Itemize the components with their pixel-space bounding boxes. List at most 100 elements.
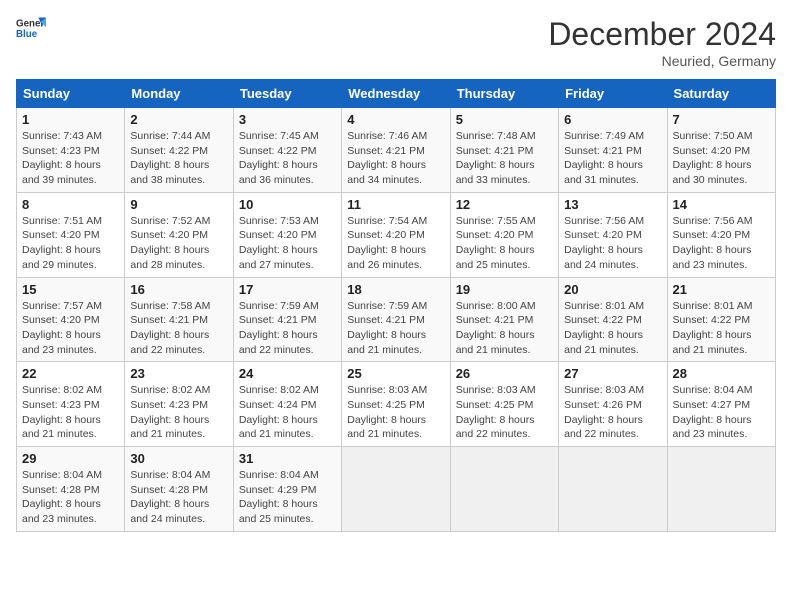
day-number: 31 <box>239 451 336 466</box>
day-detail: Sunrise: 7:59 AM Sunset: 4:21 PM Dayligh… <box>239 299 336 358</box>
calendar-cell: 28 Sunrise: 8:04 AM Sunset: 4:27 PM Dayl… <box>667 362 775 447</box>
calendar-cell: 1 Sunrise: 7:43 AM Sunset: 4:23 PM Dayli… <box>17 108 125 193</box>
calendar-cell: 7 Sunrise: 7:50 AM Sunset: 4:20 PM Dayli… <box>667 108 775 193</box>
calendar-cell: 8 Sunrise: 7:51 AM Sunset: 4:20 PM Dayli… <box>17 192 125 277</box>
day-number: 9 <box>130 197 227 212</box>
day-detail: Sunrise: 7:53 AM Sunset: 4:20 PM Dayligh… <box>239 214 336 273</box>
calendar-cell: 24 Sunrise: 8:02 AM Sunset: 4:24 PM Dayl… <box>233 362 341 447</box>
day-detail: Sunrise: 7:49 AM Sunset: 4:21 PM Dayligh… <box>564 129 661 188</box>
day-number: 21 <box>673 282 770 297</box>
calendar-cell: 2 Sunrise: 7:44 AM Sunset: 4:22 PM Dayli… <box>125 108 233 193</box>
calendar-cell: 19 Sunrise: 8:00 AM Sunset: 4:21 PM Dayl… <box>450 277 558 362</box>
calendar-cell: 3 Sunrise: 7:45 AM Sunset: 4:22 PM Dayli… <box>233 108 341 193</box>
day-detail: Sunrise: 7:51 AM Sunset: 4:20 PM Dayligh… <box>22 214 119 273</box>
calendar-cell <box>450 447 558 532</box>
day-detail: Sunrise: 8:02 AM Sunset: 4:24 PM Dayligh… <box>239 383 336 442</box>
svg-text:Blue: Blue <box>16 29 38 40</box>
weekday-header-wednesday: Wednesday <box>342 80 450 108</box>
day-detail: Sunrise: 8:04 AM Sunset: 4:29 PM Dayligh… <box>239 468 336 527</box>
day-number: 26 <box>456 366 553 381</box>
day-detail: Sunrise: 7:50 AM Sunset: 4:20 PM Dayligh… <box>673 129 770 188</box>
day-number: 1 <box>22 112 119 127</box>
calendar-week-3: 15 Sunrise: 7:57 AM Sunset: 4:20 PM Dayl… <box>17 277 776 362</box>
calendar-cell: 6 Sunrise: 7:49 AM Sunset: 4:21 PM Dayli… <box>559 108 667 193</box>
calendar-cell: 4 Sunrise: 7:46 AM Sunset: 4:21 PM Dayli… <box>342 108 450 193</box>
calendar-cell <box>667 447 775 532</box>
weekday-header-friday: Friday <box>559 80 667 108</box>
calendar-cell: 15 Sunrise: 7:57 AM Sunset: 4:20 PM Dayl… <box>17 277 125 362</box>
day-number: 5 <box>456 112 553 127</box>
day-number: 2 <box>130 112 227 127</box>
calendar-cell: 31 Sunrise: 8:04 AM Sunset: 4:29 PM Dayl… <box>233 447 341 532</box>
calendar-week-2: 8 Sunrise: 7:51 AM Sunset: 4:20 PM Dayli… <box>17 192 776 277</box>
day-number: 28 <box>673 366 770 381</box>
calendar-cell: 17 Sunrise: 7:59 AM Sunset: 4:21 PM Dayl… <box>233 277 341 362</box>
day-number: 27 <box>564 366 661 381</box>
day-detail: Sunrise: 7:56 AM Sunset: 4:20 PM Dayligh… <box>673 214 770 273</box>
weekday-header-tuesday: Tuesday <box>233 80 341 108</box>
month-title: December 2024 <box>548 16 776 53</box>
day-number: 30 <box>130 451 227 466</box>
calendar-week-1: 1 Sunrise: 7:43 AM Sunset: 4:23 PM Dayli… <box>17 108 776 193</box>
calendar-cell: 26 Sunrise: 8:03 AM Sunset: 4:25 PM Dayl… <box>450 362 558 447</box>
calendar-cell: 9 Sunrise: 7:52 AM Sunset: 4:20 PM Dayli… <box>125 192 233 277</box>
day-number: 23 <box>130 366 227 381</box>
day-number: 20 <box>564 282 661 297</box>
weekday-header-saturday: Saturday <box>667 80 775 108</box>
calendar-cell: 12 Sunrise: 7:55 AM Sunset: 4:20 PM Dayl… <box>450 192 558 277</box>
weekday-header-sunday: Sunday <box>17 80 125 108</box>
calendar-cell: 14 Sunrise: 7:56 AM Sunset: 4:20 PM Dayl… <box>667 192 775 277</box>
day-number: 22 <box>22 366 119 381</box>
day-detail: Sunrise: 7:52 AM Sunset: 4:20 PM Dayligh… <box>130 214 227 273</box>
day-detail: Sunrise: 8:04 AM Sunset: 4:28 PM Dayligh… <box>130 468 227 527</box>
day-number: 4 <box>347 112 444 127</box>
calendar-week-4: 22 Sunrise: 8:02 AM Sunset: 4:23 PM Dayl… <box>17 362 776 447</box>
day-detail: Sunrise: 7:45 AM Sunset: 4:22 PM Dayligh… <box>239 129 336 188</box>
day-detail: Sunrise: 7:46 AM Sunset: 4:21 PM Dayligh… <box>347 129 444 188</box>
logo: General Blue <box>16 16 46 40</box>
calendar-table: SundayMondayTuesdayWednesdayThursdayFrid… <box>16 79 776 532</box>
calendar-cell: 21 Sunrise: 8:01 AM Sunset: 4:22 PM Dayl… <box>667 277 775 362</box>
day-detail: Sunrise: 8:01 AM Sunset: 4:22 PM Dayligh… <box>673 299 770 358</box>
day-number: 6 <box>564 112 661 127</box>
day-detail: Sunrise: 7:48 AM Sunset: 4:21 PM Dayligh… <box>456 129 553 188</box>
day-detail: Sunrise: 8:02 AM Sunset: 4:23 PM Dayligh… <box>130 383 227 442</box>
calendar-cell <box>342 447 450 532</box>
calendar-cell: 25 Sunrise: 8:03 AM Sunset: 4:25 PM Dayl… <box>342 362 450 447</box>
page-header: General Blue December 2024 Neuried, Germ… <box>16 16 776 69</box>
day-number: 29 <box>22 451 119 466</box>
day-detail: Sunrise: 7:59 AM Sunset: 4:21 PM Dayligh… <box>347 299 444 358</box>
day-number: 14 <box>673 197 770 212</box>
calendar-cell: 22 Sunrise: 8:02 AM Sunset: 4:23 PM Dayl… <box>17 362 125 447</box>
calendar-cell: 20 Sunrise: 8:01 AM Sunset: 4:22 PM Dayl… <box>559 277 667 362</box>
day-detail: Sunrise: 7:44 AM Sunset: 4:22 PM Dayligh… <box>130 129 227 188</box>
day-detail: Sunrise: 8:00 AM Sunset: 4:21 PM Dayligh… <box>456 299 553 358</box>
day-detail: Sunrise: 7:57 AM Sunset: 4:20 PM Dayligh… <box>22 299 119 358</box>
day-detail: Sunrise: 8:02 AM Sunset: 4:23 PM Dayligh… <box>22 383 119 442</box>
day-number: 10 <box>239 197 336 212</box>
day-detail: Sunrise: 8:03 AM Sunset: 4:26 PM Dayligh… <box>564 383 661 442</box>
day-detail: Sunrise: 8:04 AM Sunset: 4:28 PM Dayligh… <box>22 468 119 527</box>
day-detail: Sunrise: 8:03 AM Sunset: 4:25 PM Dayligh… <box>347 383 444 442</box>
weekday-header-monday: Monday <box>125 80 233 108</box>
day-number: 12 <box>456 197 553 212</box>
day-detail: Sunrise: 7:55 AM Sunset: 4:20 PM Dayligh… <box>456 214 553 273</box>
day-detail: Sunrise: 7:54 AM Sunset: 4:20 PM Dayligh… <box>347 214 444 273</box>
day-number: 24 <box>239 366 336 381</box>
day-number: 8 <box>22 197 119 212</box>
day-detail: Sunrise: 8:01 AM Sunset: 4:22 PM Dayligh… <box>564 299 661 358</box>
day-detail: Sunrise: 8:04 AM Sunset: 4:27 PM Dayligh… <box>673 383 770 442</box>
day-number: 15 <box>22 282 119 297</box>
day-detail: Sunrise: 7:43 AM Sunset: 4:23 PM Dayligh… <box>22 129 119 188</box>
calendar-cell: 5 Sunrise: 7:48 AM Sunset: 4:21 PM Dayli… <box>450 108 558 193</box>
day-number: 7 <box>673 112 770 127</box>
location: Neuried, Germany <box>548 53 776 69</box>
calendar-cell: 11 Sunrise: 7:54 AM Sunset: 4:20 PM Dayl… <box>342 192 450 277</box>
calendar-week-5: 29 Sunrise: 8:04 AM Sunset: 4:28 PM Dayl… <box>17 447 776 532</box>
calendar-cell: 13 Sunrise: 7:56 AM Sunset: 4:20 PM Dayl… <box>559 192 667 277</box>
calendar-cell: 29 Sunrise: 8:04 AM Sunset: 4:28 PM Dayl… <box>17 447 125 532</box>
day-number: 11 <box>347 197 444 212</box>
day-detail: Sunrise: 8:03 AM Sunset: 4:25 PM Dayligh… <box>456 383 553 442</box>
calendar-cell: 10 Sunrise: 7:53 AM Sunset: 4:20 PM Dayl… <box>233 192 341 277</box>
calendar-cell: 16 Sunrise: 7:58 AM Sunset: 4:21 PM Dayl… <box>125 277 233 362</box>
